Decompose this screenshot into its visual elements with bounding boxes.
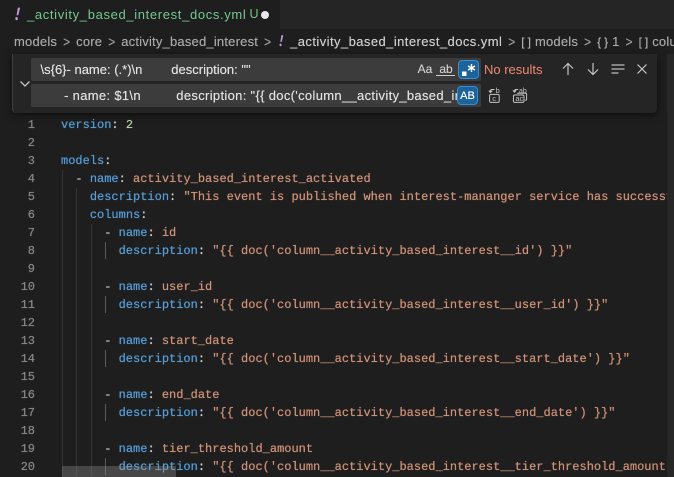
svg-text:b: b — [496, 87, 500, 95]
svg-text:ac: ac — [515, 94, 523, 103]
svg-text:c: c — [492, 94, 496, 103]
